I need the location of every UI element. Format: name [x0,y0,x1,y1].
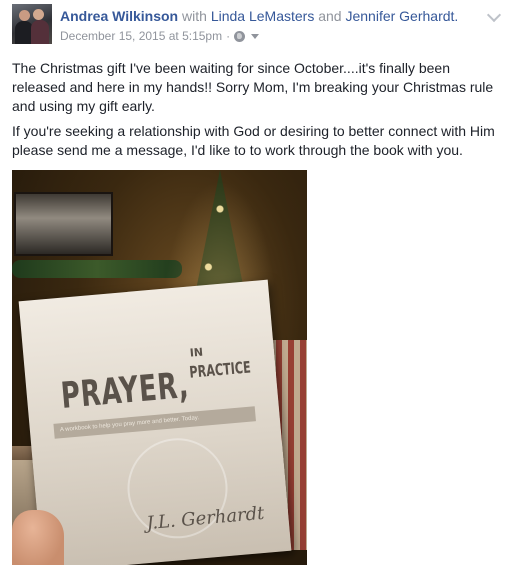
book-title: PRAYER, [59,364,191,417]
post-header: Andrea Wilkinson with Linda LeMasters an… [60,7,458,25]
post-timestamp-link[interactable]: December 15, 2015 at 5:15pm [60,28,222,44]
tagged-user-link-2[interactable]: Jennifer Gerhardt [345,8,454,24]
post-photo[interactable]: IN PRACTICE PRAYER, A workbook to help y… [12,170,307,565]
and-text: and [318,8,342,24]
post-text-paragraph-2: If you're seeking a relationship with Go… [12,123,495,158]
author-avatar[interactable] [12,4,52,44]
photo-wall-art [14,192,113,256]
post-text-paragraph-1: The Christmas gift I've been waiting for… [12,60,494,114]
with-text: with [182,8,207,24]
book-title-practice: PRACTICE [188,357,252,382]
globe-icon[interactable] [234,30,246,42]
post-options-chevron-icon[interactable] [486,7,502,23]
meta-separator: · [226,29,231,43]
audience-caret-down-icon[interactable] [251,33,260,39]
feed-post: Andrea Wilkinson with Linda LeMasters an… [0,0,507,571]
header-period: . [454,8,459,24]
tagged-user-link-1[interactable]: Linda LeMasters [211,8,315,24]
author-name-link[interactable]: Andrea Wilkinson [60,8,178,24]
photo-garland [12,260,182,278]
post-meta: December 15, 2015 at 5:15pm · [60,28,260,44]
book-title-in: IN [189,345,204,360]
photo-hand [12,510,64,565]
